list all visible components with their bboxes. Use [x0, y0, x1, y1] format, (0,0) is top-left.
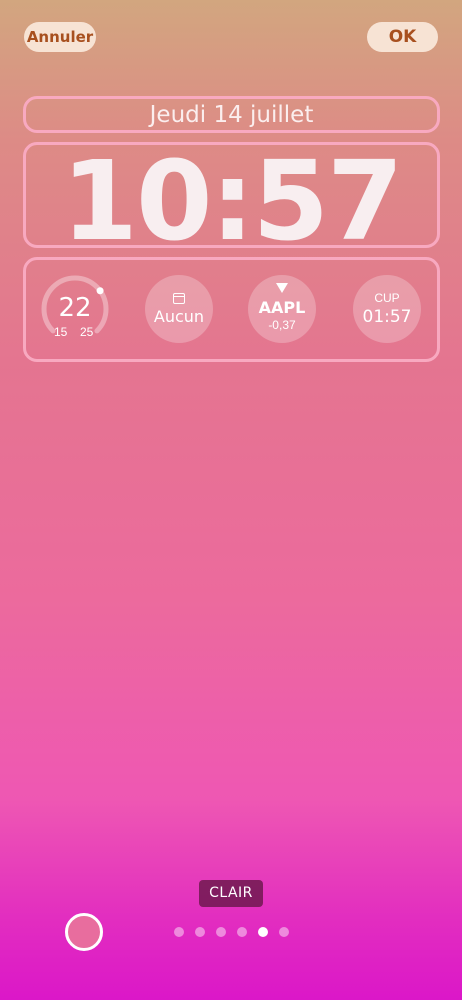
date-editor[interactable]: Jeudi 14 juillet — [23, 96, 440, 133]
calendar-widget[interactable]: Aucun — [145, 275, 213, 343]
page-dot[interactable] — [216, 927, 226, 937]
weather-low-temp: 15 — [54, 325, 68, 339]
clock-time: 10:57 — [61, 137, 403, 265]
world-clock-city: CUP — [374, 291, 400, 305]
down-triangle-icon — [276, 283, 288, 293]
calendar-icon — [173, 293, 185, 304]
stock-symbol: AAPL — [258, 298, 306, 317]
calendar-label: Aucun — [153, 307, 205, 326]
page-dot[interactable] — [237, 927, 247, 937]
weather-widget[interactable]: 22 15 25 — [41, 275, 109, 343]
stock-widget[interactable]: AAPL -0,37 — [248, 275, 316, 343]
ok-button[interactable]: OK — [367, 22, 438, 52]
clock-editor[interactable]: 10:57 — [23, 137, 440, 265]
page-dot[interactable] — [258, 927, 268, 937]
page-dot[interactable] — [195, 927, 205, 937]
filter-style-label: CLAIR — [199, 880, 263, 907]
color-swatch-button[interactable] — [65, 913, 103, 951]
weather-current-temp: 22 — [58, 293, 92, 323]
world-clock-widget[interactable]: CUP 01:57 — [353, 275, 421, 343]
date-label: Jeudi 14 juillet — [149, 102, 314, 128]
page-dot[interactable] — [174, 927, 184, 937]
world-clock-time: 01:57 — [362, 307, 412, 327]
page-dot[interactable] — [279, 927, 289, 937]
stock-change: -0,37 — [268, 318, 296, 332]
page-indicator[interactable] — [174, 927, 289, 937]
weather-high-temp: 25 — [80, 325, 94, 339]
cancel-button[interactable]: Annuler — [24, 22, 96, 52]
